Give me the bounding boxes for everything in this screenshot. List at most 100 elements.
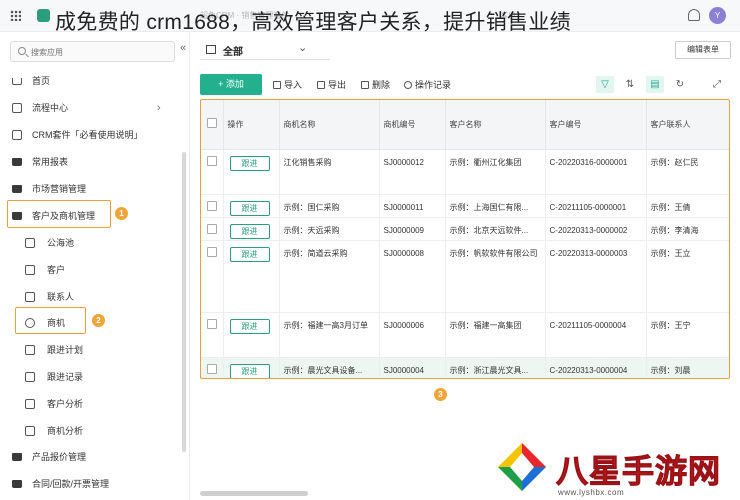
row-select-cell[interactable] [201,357,224,378]
row-select-cell[interactable] [201,240,224,313]
row-select-cell[interactable] [201,312,224,358]
calendar-icon [25,345,35,355]
follow-up-button[interactable]: 跟进 [229,363,270,378]
table-row[interactable]: 跟进 江化销售采购 SJ0000012 示例：衢州江化集团 C-20220316… [201,149,729,195]
step-marker-3: 3 [434,388,447,401]
search-icon [18,47,26,55]
cell-customer-code: C-20220313-0000002 [545,217,647,241]
cell-opportunity-name: 江化销售采购 [279,149,380,195]
chevron-right-icon: › [157,102,161,114]
action-cell: 跟进 [223,312,280,358]
follow-up-button[interactable]: 跟进 [229,246,270,262]
sidebar-item-customer-analysis[interactable]: 客户分析 [0,393,188,415]
delete-label: 删除 [372,80,391,90]
table-row[interactable]: 跟进 示例：国仁采购 SJ0000011 示例：上海国仁有限... C-2021… [201,194,729,218]
sidebar-item-label: 产品报价管理 [32,452,87,462]
add-button[interactable]: + 添加 [200,74,262,95]
folder-icon [12,158,22,166]
export-icon [317,81,325,89]
row-checkbox[interactable] [207,318,217,329]
sidebar-item-customer[interactable]: 客户 [0,259,188,281]
horizontal-scrollbar[interactable] [200,491,308,496]
cell-contact: 示例：赵仁民 [646,149,729,195]
table-icon [206,45,216,54]
sidebar-item-follow-plan[interactable]: 跟进计划 [0,339,188,361]
follow-up-button[interactable]: 跟进 [229,155,270,171]
cell-opportunity-name: 示例：简道云采购 [279,240,380,313]
sidebar-item-follow-record[interactable]: 跟进记录 [0,366,188,388]
cell-customer-name: 示例：衢州江化集团 [445,149,546,195]
app-logo-icon [37,9,50,22]
sidebar-item-contacts[interactable]: 联系人 [0,286,188,308]
table-header-row: 操作 商机名称 商机编号 客户名称 客户编号 客户联系人 [201,100,729,150]
column-header[interactable]: 客户联系人 [646,100,729,150]
row-select-cell[interactable] [201,194,224,218]
table-row[interactable]: 跟进 示例：简道云采购 SJ0000008 示例：帆软软件有限公司 C-2022… [201,240,729,313]
sidebar-item-reports[interactable]: 常用报表 [0,151,188,173]
view-select-label: 全部 [223,47,243,58]
refresh-icon[interactable]: ↻ [671,76,689,93]
step-marker-1: 1 [115,207,128,220]
column-header[interactable]: 商机名称 [279,100,380,150]
sidebar-search-input[interactable] [31,45,171,59]
cell-opportunity-name: 示例：福建一高3月订单 [279,312,380,358]
watermark-brand: 八星手游网 [555,453,722,490]
filter-icon[interactable]: ▽ [596,76,614,93]
highlight-box-opportunity [15,307,86,334]
column-header[interactable]: 商机编号 [379,100,446,150]
cell-customer-name: 示例：上海国仁有限... [445,194,546,218]
row-checkbox[interactable] [207,200,217,211]
sidebar-item-public-pool[interactable]: 公海池 [0,232,188,254]
sidebar-item-label: 常用报表 [32,157,69,167]
display-fields-icon[interactable]: ▤ [646,76,664,93]
follow-up-button[interactable]: 跟进 [229,318,270,334]
cell-opportunity-code: SJ0000006 [379,312,446,358]
select-all-checkbox[interactable] [207,118,217,129]
sidebar-scrollbar[interactable] [182,152,186,452]
collapse-sidebar-button[interactable]: « [180,42,186,54]
select-all-cell[interactable] [201,100,224,150]
sidebar-item-crm-guide[interactable]: CRM套件「必看使用说明」 [0,124,188,146]
follow-up-button[interactable]: 跟进 [229,223,270,239]
delete-button[interactable]: 删除 [361,78,390,91]
cell-customer-code: C-20211105-0000001 [545,194,647,218]
sidebar-item-label: 客户 [47,265,66,275]
sidebar-item-contract[interactable]: 合同/回款/开票管理 [0,473,188,495]
view-select[interactable]: 全部 ⌄ [200,39,330,60]
sidebar-item-label: 公海池 [47,238,75,248]
cell-contact: 示例：李清海 [646,217,729,241]
sidebar: « 首页 流程中心 › CRM套件「必看使用说明」 常用报表 市场营销管理 客户… [0,32,190,500]
table-row[interactable]: 跟进 示例：晨光文具设备... SJ0000004 示例：浙江晨光文具... C… [201,357,729,378]
sidebar-item-marketing[interactable]: 市场营销管理 [0,178,188,200]
row-checkbox[interactable] [207,223,217,234]
sidebar-item-product-quote[interactable]: 产品报价管理 [0,446,188,468]
row-checkbox[interactable] [207,246,217,257]
table-row[interactable]: 跟进 示例：福建一高3月订单 SJ0000006 示例：福建一高集团 C-202… [201,312,729,358]
app-grid-icon[interactable] [10,10,21,21]
import-button[interactable]: 导入 [273,78,302,91]
cell-contact: 示例：刘晨 [646,357,729,378]
action-cell: 跟进 [223,217,280,241]
table-row[interactable]: 跟进 示例：天远采购 SJ0000009 示例：北京天远软件... C-2022… [201,217,729,241]
sidebar-search[interactable] [10,41,175,62]
column-header[interactable]: 客户编号 [545,100,647,150]
row-checkbox[interactable] [207,363,217,374]
operation-log-button[interactable]: 操作记录 [404,78,451,91]
avatar[interactable]: Y [709,7,726,24]
column-header[interactable]: 客户名称 [445,100,546,150]
row-select-cell[interactable] [201,149,224,195]
action-bar: + 添加 导入 导出 删除 操作记录 ▽ ⇅ ▤ ↻ ⤢ [200,73,735,97]
edit-form-button[interactable]: 编辑表单 [675,41,731,59]
fullscreen-icon[interactable]: ⤢ [708,76,726,93]
sidebar-item-opportunity-analysis[interactable]: 商机分析 [0,420,188,442]
row-checkbox[interactable] [207,155,217,166]
export-button[interactable]: 导出 [317,78,346,91]
sidebar-item-home[interactable]: 首页 [0,70,188,92]
row-select-cell[interactable] [201,217,224,241]
cell-customer-code: C-20220316-0000001 [545,149,647,195]
follow-up-button[interactable]: 跟进 [229,200,270,216]
sort-icon[interactable]: ⇅ [621,76,639,93]
notification-bell-icon[interactable] [688,9,700,21]
sidebar-item-flow-center[interactable]: 流程中心 › [0,97,188,119]
chart-icon [25,399,35,409]
